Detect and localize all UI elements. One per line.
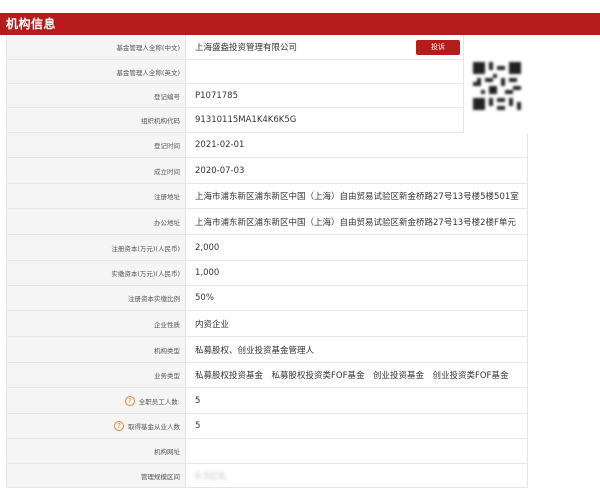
row-label: 登记编号	[7, 84, 186, 107]
row-label: 注册地址	[7, 184, 186, 208]
row-value: 5	[195, 395, 201, 406]
row-label: 企业性质	[7, 311, 186, 336]
row-value: 50%	[195, 293, 214, 303]
row-value: 私募股权投资基金 私募股权投资类FOF基金 创业投资基金 创业投资类FOF基金	[195, 371, 509, 381]
table-row: 注册地址 上海市浦东新区浦东新区中国（上海）自由贸易试验区新金桥路27号13号楼…	[7, 184, 527, 209]
row-value: 5	[195, 421, 201, 431]
row-label: 基金管理人全称(中文)	[7, 35, 186, 59]
row-label: 登记时间	[7, 133, 186, 157]
table-row: 注册资本(万元)(人民币) 2,000	[7, 235, 527, 261]
row-label: 机构网址	[7, 439, 186, 463]
row-label: 业务类型	[7, 363, 186, 387]
row-label: 组织机构代码	[7, 108, 186, 132]
table-row: 机构网址	[7, 439, 527, 464]
row-label: 机构类型	[7, 337, 186, 362]
qr-code-panel	[463, 35, 528, 133]
row-value: 上海市浦东新区浦东新区中国（上海）自由贸易试验区新金桥路27号13号楼5楼501…	[195, 192, 519, 202]
row-value: 私募股权、创业投资基金管理人	[195, 345, 315, 356]
row-value: 内资企业	[195, 319, 230, 330]
help-icon[interactable]: ?	[124, 395, 135, 406]
row-label: 实缴资本(万元)(人民币)	[7, 261, 186, 285]
table-row: ? 取得基金从业人数 5	[7, 414, 527, 439]
row-label: ? 全职员工人数:	[7, 388, 186, 413]
row-label: 管理规模区间	[7, 464, 186, 487]
row-label-text: 全职员工人数:	[138, 397, 180, 406]
table-row: 成立时间 2020-07-03	[7, 158, 527, 184]
table-row: 实缴资本(万元)(人民币) 1,000	[7, 261, 527, 286]
row-value: 1,000	[195, 268, 220, 278]
table-row: 登记时间 2021-02-01	[7, 133, 527, 158]
table-row: 登记编号 P1071785	[7, 84, 527, 108]
table-row: 注册资本实缴比例 50%	[7, 286, 527, 311]
row-label: ? 取得基金从业人数	[7, 414, 186, 438]
row-value: 上海市浦东新区浦东新区中国（上海）自由贸易试验区新金桥路27号13号楼2楼F单元	[195, 217, 516, 228]
table-row: ? 全职员工人数: 5	[7, 388, 527, 414]
row-value: 2021-02-01	[195, 140, 245, 150]
row-value: 2,000	[195, 242, 220, 253]
row-label: 基金管理人全称(英文)	[7, 60, 186, 83]
row-label: 注册资本实缴比例	[7, 286, 186, 310]
report-button[interactable]: 投诉	[416, 40, 460, 55]
table-row: 组织机构代码 91310115MA1K4K6K5G	[7, 108, 527, 133]
help-icon[interactable]: ?	[114, 421, 124, 431]
row-label: 注册资本(万元)(人民币)	[7, 235, 186, 260]
info-table: 基金管理人全称(中文) 上海盛盎投资管理有限公司 基金管理人全称(英文) 登记编…	[6, 35, 528, 488]
table-row: 管理规模区间 0-5亿元	[7, 464, 527, 488]
row-value: 2020-07-03	[195, 165, 245, 176]
table-row: 企业性质 内资企业	[7, 311, 527, 337]
table-row: 业务类型 私募股权投资基金 私募股权投资类FOF基金 创业投资基金 创业投资类F…	[7, 363, 527, 388]
row-value: 0-5亿元	[195, 471, 226, 482]
section-header: 机构信息	[0, 13, 600, 35]
table-row: 机构类型 私募股权、创业投资基金管理人	[7, 337, 527, 363]
table-row: 办公地址 上海市浦东新区浦东新区中国（上海）自由贸易试验区新金桥路27号13号楼…	[7, 209, 527, 235]
row-label-text: 取得基金从业人数	[128, 423, 180, 431]
row-label: 成立时间	[7, 158, 186, 183]
section-title: 机构信息	[6, 17, 57, 31]
table-row: 基金管理人全称(英文)	[7, 60, 527, 84]
qr-code-icon	[473, 62, 521, 110]
row-label: 办公地址	[7, 209, 186, 234]
row-value	[186, 439, 527, 463]
